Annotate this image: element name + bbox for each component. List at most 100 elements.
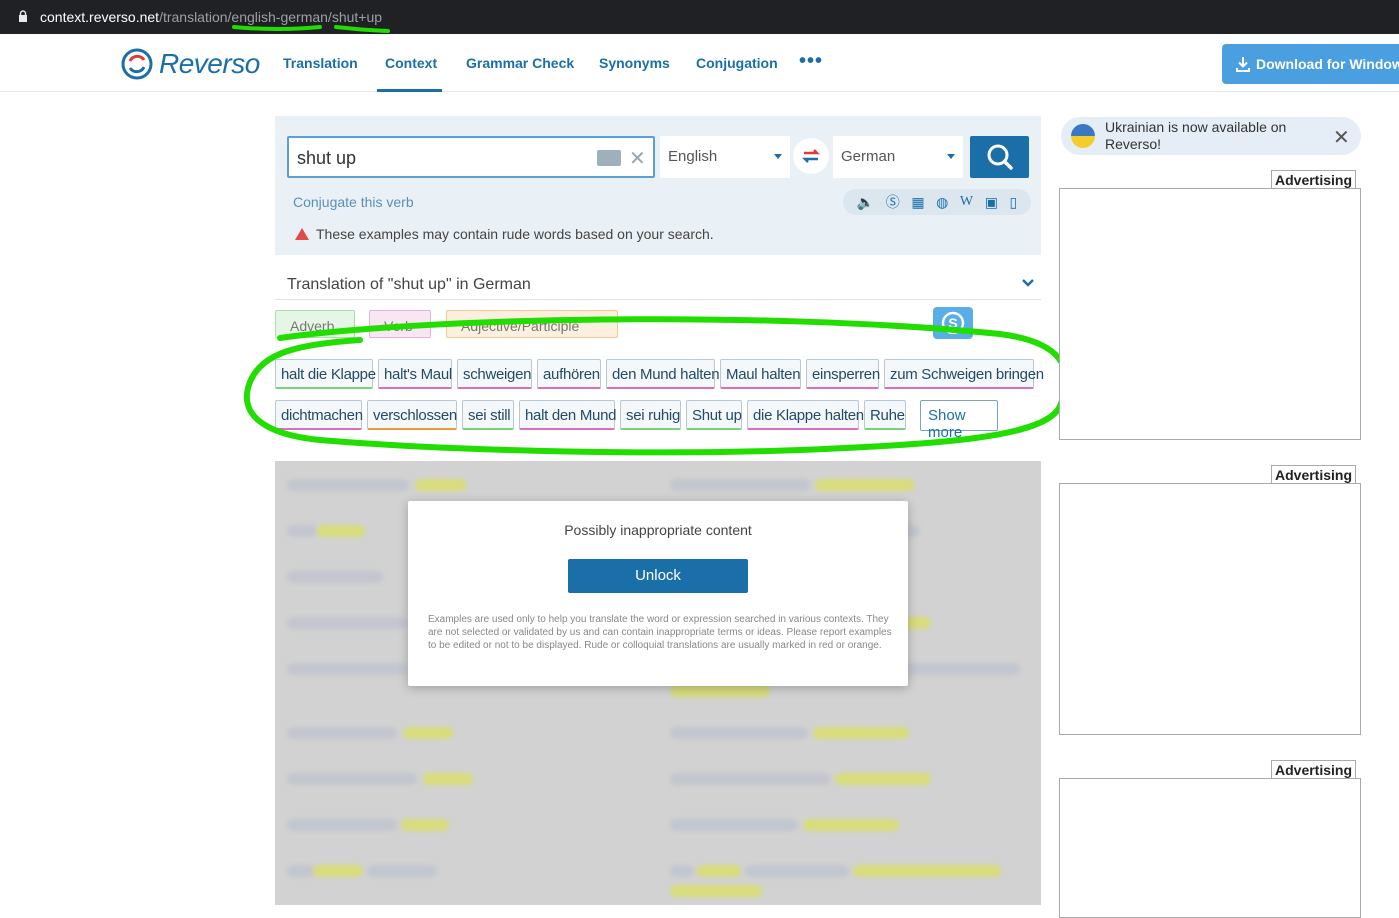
nav-grammar-check[interactable]: Grammar Check (466, 55, 574, 71)
swap-languages-icon[interactable] (793, 138, 829, 174)
rude-warning: These examples may contain rude words ba… (295, 226, 714, 242)
ad-label: Advertising (1271, 170, 1357, 188)
globe-icon[interactable]: ◍ (936, 194, 948, 211)
example-highlight-blur (670, 685, 770, 697)
example-target-blur (745, 865, 849, 877)
example-row (275, 815, 1041, 839)
ad-label: Advertising (1271, 760, 1357, 778)
modal-disclaimer: Examples are used only to help you trans… (428, 614, 892, 651)
example-target-blur (670, 773, 830, 785)
target-language-select[interactable]: German (833, 136, 963, 178)
download-icon (1236, 57, 1250, 72)
example-source-blur (367, 865, 437, 877)
chevron-down-icon (774, 154, 782, 159)
search-icon (987, 144, 1013, 170)
download-label: Download for Windows (1256, 56, 1399, 72)
unlock-button[interactable]: Unlock (568, 559, 748, 593)
nav-conjugation[interactable]: Conjugation (696, 55, 778, 71)
source-language-select[interactable]: English (660, 136, 790, 178)
example-target-blur (670, 819, 798, 831)
active-tab-indicator (377, 89, 442, 92)
example-source-blur (287, 479, 409, 491)
ad-label: Advertising (1271, 465, 1357, 483)
chevron-down-icon[interactable] (1021, 276, 1035, 290)
example-target-blur (670, 727, 808, 739)
keyboard-icon[interactable] (597, 150, 621, 166)
warning-icon (295, 228, 309, 240)
reverso-logo[interactable]: Reverso (121, 48, 260, 80)
example-highlight-blur (670, 885, 762, 897)
url-host: context.reverso.net (40, 9, 160, 25)
more-menu-icon[interactable]: ••• (799, 50, 823, 73)
example-highlight-blur (401, 819, 449, 831)
example-target-blur (670, 865, 694, 877)
rude-warning-text: These examples may contain rude words ba… (316, 226, 714, 242)
nav-translation[interactable]: Translation (283, 55, 358, 71)
example-row (275, 769, 1041, 793)
browser-url-bar[interactable]: context.reverso.net/translation/english-… (0, 0, 1399, 34)
inappropriate-content-modal: Possibly inappropriate content Unlock Ex… (408, 501, 908, 686)
annotation-underline (334, 25, 390, 33)
table-icon[interactable]: ▦ (911, 194, 924, 211)
example-source-blur (287, 571, 383, 583)
url-path: /translation/english-german/shut+up (159, 9, 383, 25)
example-source-blur (287, 865, 315, 877)
conjugate-link[interactable]: Conjugate this verb (293, 194, 414, 210)
example-highlight-blur (853, 865, 1001, 877)
example-row (275, 723, 1041, 747)
example-highlight-blur (403, 727, 453, 739)
source-language-label: English (668, 148, 718, 165)
translation-heading: Translation of "shut up" in German (287, 276, 531, 293)
search-tools: 🔈 Ⓢ ▦ ◍ W ▣ ▯ (843, 189, 1031, 215)
example-highlight-blur (835, 773, 931, 785)
chevron-down-icon (947, 154, 955, 159)
annotation-circle (243, 316, 1069, 456)
search-button[interactable] (970, 136, 1029, 178)
example-source-blur (287, 663, 407, 675)
logo-text: Reverso (159, 48, 260, 79)
image-icon[interactable]: ▣ (985, 194, 998, 211)
synonyms-icon[interactable]: Ⓢ (886, 192, 900, 212)
ad-slot[interactable] (1059, 188, 1361, 440)
example-source-blur (287, 819, 397, 831)
close-icon[interactable]: ✕ (1333, 125, 1350, 150)
example-highlight-blur (317, 525, 365, 537)
example-source-blur (287, 727, 397, 739)
example-row (275, 475, 1041, 499)
target-language-label: German (841, 148, 896, 165)
example-highlight-blur (415, 479, 467, 491)
example-highlight-blur (815, 479, 915, 491)
url-text[interactable]: context.reverso.net/translation/english-… (40, 9, 382, 25)
nav-context[interactable]: Context (385, 55, 437, 71)
wikipedia-icon[interactable]: W (960, 194, 973, 210)
example-highlight-blur (423, 773, 473, 785)
top-nav: Reverso Translation Context Grammar Chec… (0, 34, 1399, 92)
example-source-blur (287, 525, 317, 537)
notice-text: Ukrainian is now available on Reverso! (1105, 119, 1287, 152)
clear-icon[interactable]: ✕ (629, 146, 646, 171)
nav-synonyms[interactable]: Synonyms (599, 55, 670, 71)
ukrainian-notice: Ukrainian is now available on Reverso! ✕ (1061, 117, 1361, 155)
example-row (275, 881, 1041, 905)
example-highlight-blur (697, 865, 741, 877)
annotation-underline (232, 25, 322, 31)
ad-slot[interactable] (1059, 778, 1361, 918)
modal-title: Possibly inappropriate content (564, 522, 752, 538)
example-highlight-blur (313, 865, 363, 877)
example-highlight-blur (813, 727, 909, 739)
ad-slot[interactable] (1059, 483, 1361, 735)
reverso-logo-icon (121, 48, 153, 80)
example-target-blur (670, 479, 810, 491)
search-query: shut up (297, 148, 357, 168)
example-source-blur (287, 773, 417, 785)
speaker-icon[interactable]: 🔈 (857, 194, 874, 211)
search-input[interactable]: shut up ✕ (287, 136, 655, 178)
example-source-blur (287, 617, 407, 629)
lock-icon (19, 10, 27, 22)
download-button[interactable]: Download for Windows (1222, 44, 1399, 84)
ukraine-flag-icon (1071, 124, 1095, 148)
example-highlight-blur (803, 819, 899, 831)
translation-header[interactable]: Translation of "shut up" in German (275, 270, 1041, 300)
book-icon[interactable]: ▯ (1010, 194, 1018, 211)
search-panel: shut up ✕ English German Conjugate this … (275, 116, 1041, 255)
